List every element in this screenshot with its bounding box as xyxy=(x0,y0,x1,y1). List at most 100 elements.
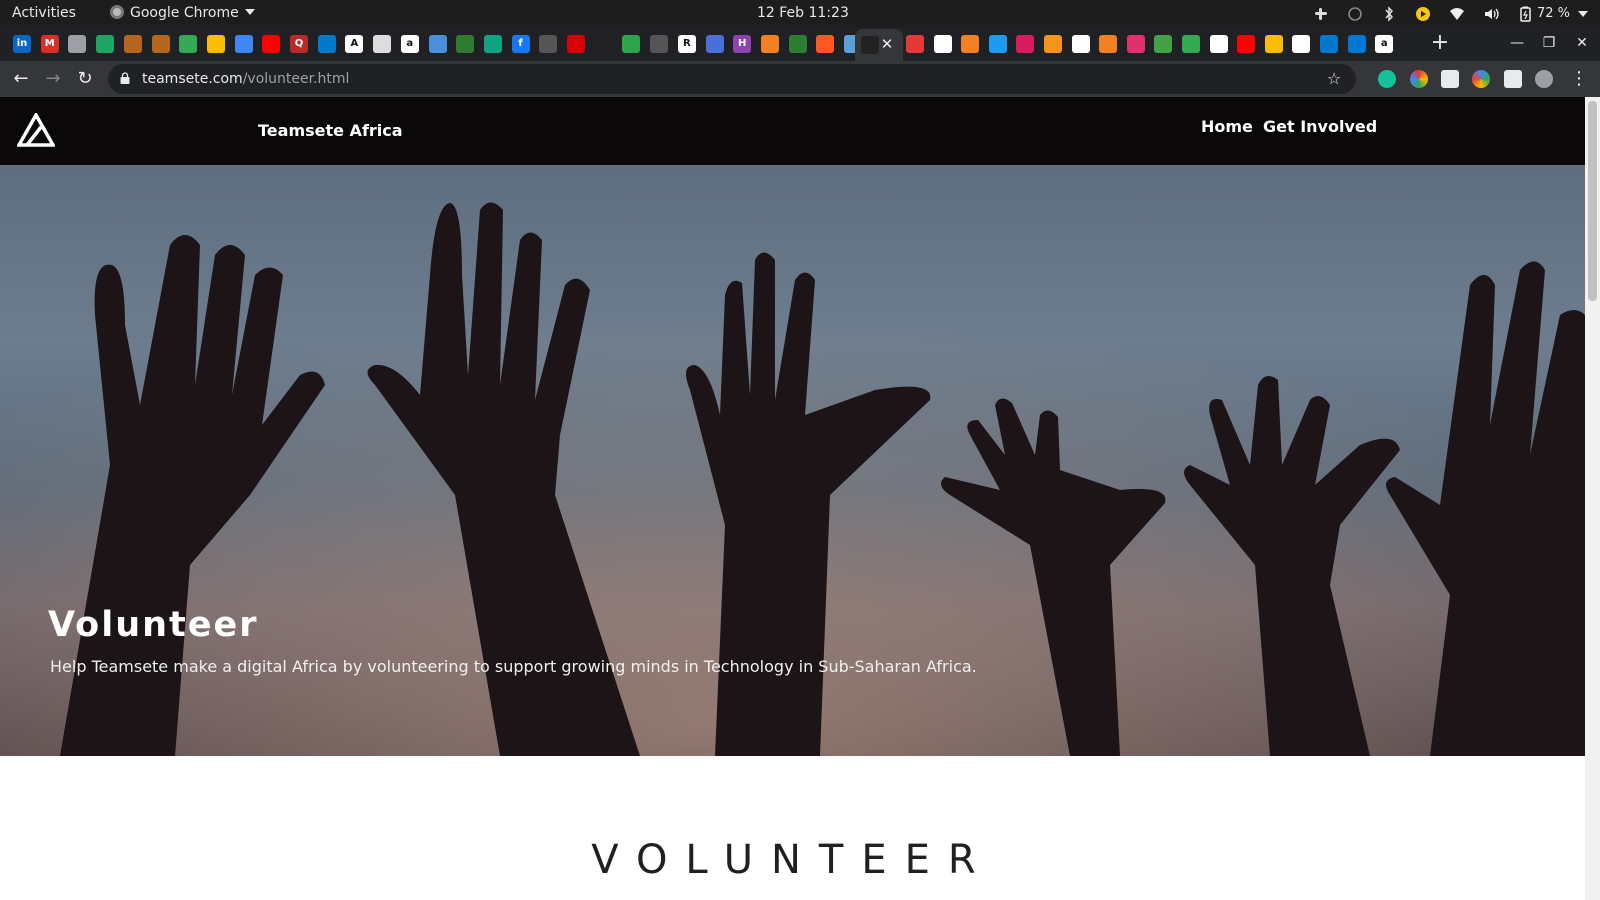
globe-icon[interactable] xyxy=(1209,35,1228,53)
stack-overflow-icon[interactable] xyxy=(1099,35,1118,53)
slack-icon[interactable] xyxy=(1313,6,1329,22)
outlook-icon[interactable] xyxy=(1347,35,1366,53)
scrollbar-thumb[interactable] xyxy=(1588,101,1597,301)
arsenal-icon[interactable] xyxy=(567,35,585,53)
hand-icon[interactable] xyxy=(123,35,142,53)
google-drive-icon[interactable] xyxy=(206,35,225,53)
instagram-icon[interactable] xyxy=(1126,35,1145,53)
globe-icon[interactable] xyxy=(1071,35,1090,53)
chrome-icon xyxy=(110,5,124,19)
section-heading: VOLUNTEER xyxy=(591,837,994,883)
vscode-icon[interactable] xyxy=(317,35,336,53)
system-tray[interactable]: 72 % xyxy=(1295,0,1588,27)
chart-icon[interactable] xyxy=(179,35,198,53)
url-text[interactable]: teamsete.com/volunteer.html xyxy=(142,64,349,94)
battery-percentage: 72 % xyxy=(1536,6,1570,21)
bluetooth-icon[interactable] xyxy=(1381,5,1397,22)
media-icon[interactable] xyxy=(1415,6,1431,22)
amazon-icon[interactable]: a xyxy=(1375,35,1394,53)
puzzle-icon[interactable] xyxy=(1154,35,1173,53)
menu-kebab-icon[interactable]: ⋮ xyxy=(1567,67,1591,91)
tab-strip: in M Q Aa f R Ha ✕ + — ❐ ✕ xyxy=(0,27,1600,61)
address-bar[interactable]: teamsete.com/volunteer.html ☆ xyxy=(108,64,1356,94)
url-path: /volunteer.html xyxy=(242,71,350,87)
system-top-bar: Activities Google Chrome 12 Feb 11:23 72… xyxy=(0,0,1600,27)
active-tab[interactable]: ✕ xyxy=(855,29,903,61)
app-menu-label: Google Chrome xyxy=(130,5,239,21)
chart-line-icon[interactable] xyxy=(788,35,807,53)
amazon-icon[interactable]: a xyxy=(400,35,419,53)
google-drive-icon[interactable] xyxy=(234,35,253,53)
close-tab-icon[interactable]: ✕ xyxy=(877,34,897,54)
news-icon[interactable] xyxy=(373,35,392,53)
stack-overflow-icon[interactable] xyxy=(760,35,779,53)
page-scrollbar[interactable] xyxy=(1585,97,1600,900)
clock[interactable]: 12 Feb 11:23 xyxy=(757,0,849,27)
reader-icon[interactable] xyxy=(1441,70,1459,88)
wifi-icon[interactable] xyxy=(1449,6,1465,22)
vscode-icon[interactable] xyxy=(1320,35,1338,53)
globe-icon[interactable] xyxy=(68,35,87,53)
extension-icon[interactable] xyxy=(1472,70,1490,88)
hero-subtitle: Help Teamsete make a digital Africa by v… xyxy=(50,657,977,676)
sync-icon[interactable] xyxy=(428,35,447,53)
volume-icon[interactable] xyxy=(1483,6,1499,22)
moon-icon[interactable] xyxy=(705,35,724,53)
tree-icon[interactable] xyxy=(456,35,475,53)
lock-icon[interactable] xyxy=(120,72,130,84)
hand-icon[interactable] xyxy=(151,35,170,53)
close-window-icon[interactable]: ✕ xyxy=(1570,31,1594,55)
browser-toolbar: ← → ↻ teamsete.com/volunteer.html ☆ ⋮ xyxy=(0,61,1600,97)
hero-title: Volunteer xyxy=(48,605,259,645)
x-icon[interactable] xyxy=(988,35,1007,53)
caret-down-icon xyxy=(1578,10,1588,17)
github-icon[interactable] xyxy=(650,35,669,53)
w-icon[interactable] xyxy=(1016,35,1035,53)
site-brand[interactable]: Teamsete Africa xyxy=(258,121,403,140)
nav-link-home[interactable]: Home xyxy=(1201,117,1253,136)
restore-icon[interactable]: ❐ xyxy=(1537,31,1561,55)
puzzle-icon[interactable] xyxy=(1504,70,1522,88)
battery-icon[interactable] xyxy=(1517,6,1533,22)
github-icon[interactable] xyxy=(539,35,558,53)
settings-icon[interactable] xyxy=(906,35,924,53)
avatar[interactable] xyxy=(1535,70,1553,88)
new-tab-button[interactable]: + xyxy=(1427,30,1453,56)
chart-icon[interactable] xyxy=(1182,35,1200,53)
quora-icon[interactable]: Q xyxy=(290,35,308,53)
link-icon[interactable] xyxy=(816,35,835,53)
books-icon[interactable] xyxy=(1264,35,1283,53)
stack-overflow-icon[interactable] xyxy=(961,35,980,53)
forward-button[interactable]: → xyxy=(41,67,65,91)
globe-icon[interactable] xyxy=(1292,35,1311,53)
teamsete-logo[interactable] xyxy=(17,113,55,147)
h-icon[interactable]: H xyxy=(733,35,752,53)
code-icon[interactable] xyxy=(622,35,641,53)
grammarly-icon[interactable] xyxy=(1378,70,1396,88)
hero-banner: Volunteer Help Teamsete make a digital A… xyxy=(0,165,1585,756)
gmail-icon[interactable]: M xyxy=(40,35,59,53)
bitcoin-icon[interactable] xyxy=(1044,35,1062,53)
app-menu[interactable]: Google Chrome xyxy=(110,0,255,27)
youtube-icon[interactable] xyxy=(1237,35,1256,53)
shield-icon[interactable] xyxy=(483,35,502,53)
youtube-icon[interactable] xyxy=(262,35,281,53)
globe-icon[interactable] xyxy=(933,35,952,53)
google-drive-icon[interactable] xyxy=(96,35,115,53)
minimize-icon[interactable]: — xyxy=(1505,31,1529,55)
bookmark-star-icon[interactable]: ☆ xyxy=(1324,69,1344,89)
back-button[interactable]: ← xyxy=(9,67,33,91)
whatsapp-icon[interactable] xyxy=(1347,6,1363,22)
activities-button[interactable]: Activities xyxy=(12,0,76,27)
site-navbar: Teamsete Africa Home Get Involved xyxy=(0,97,1585,165)
dictionary-icon[interactable]: A xyxy=(345,35,364,53)
teamsete-icon[interactable] xyxy=(594,35,613,53)
reload-button[interactable]: ↻ xyxy=(73,67,97,91)
url-domain: teamsete.com xyxy=(142,71,243,87)
r-icon[interactable]: R xyxy=(677,35,696,53)
linkedin-icon[interactable]: in xyxy=(13,35,31,53)
facebook-icon[interactable]: f xyxy=(511,35,530,53)
nav-link-get-involved[interactable]: Get Involved xyxy=(1263,117,1377,136)
page-viewport: Teamsete Africa Home Get Involved Volunt… xyxy=(0,97,1585,900)
color-picker-icon[interactable] xyxy=(1410,70,1428,88)
